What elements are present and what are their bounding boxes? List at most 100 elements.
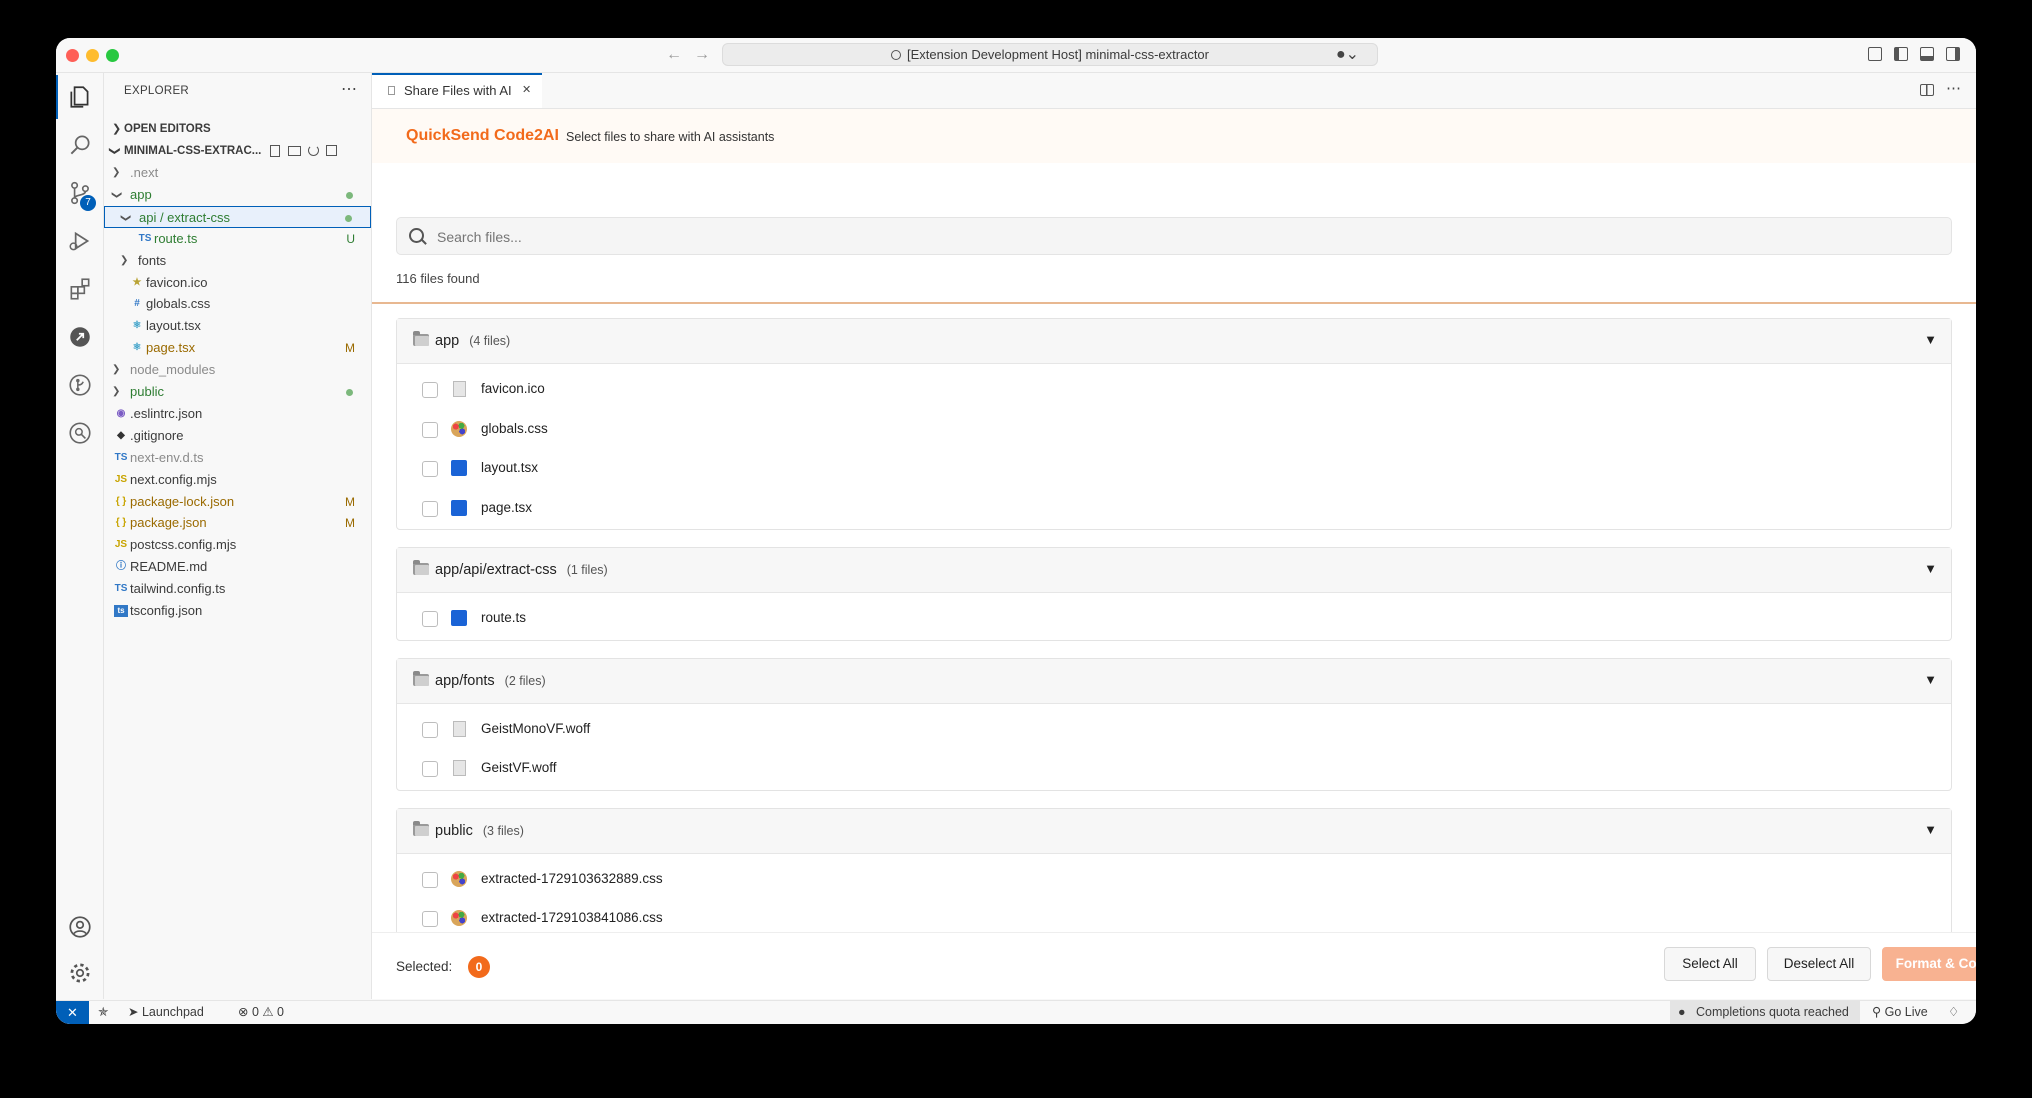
tree-item[interactable]: ⓘ README.md xyxy=(104,556,371,578)
run-debug-icon[interactable] xyxy=(56,217,103,265)
tree-item[interactable]: ⚛ layout.tsx xyxy=(104,315,371,337)
file-row[interactable]: GeistVF.woff xyxy=(397,749,1951,789)
close-tab-icon[interactable]: ✕ xyxy=(522,75,531,106)
file-row[interactable]: globals.css xyxy=(397,410,1951,450)
palette-icon xyxy=(451,910,467,926)
account-icon[interactable] xyxy=(56,903,103,951)
tab-label: Share Files with AI xyxy=(404,83,512,98)
collapse-toggle-icon[interactable]: ▼ xyxy=(1924,672,1937,687)
collapse-toggle-icon[interactable]: ▼ xyxy=(1924,561,1937,576)
file-checkbox[interactable] xyxy=(422,611,438,627)
maximize-window-button[interactable] xyxy=(106,49,119,62)
minimize-window-button[interactable] xyxy=(86,49,99,62)
command-center[interactable]: [Extension Development Host] minimal-css… xyxy=(722,43,1378,66)
tree-item[interactable]: ★ favicon.ico xyxy=(104,272,371,294)
new-file-icon[interactable] xyxy=(270,145,280,157)
search-input[interactable] xyxy=(435,218,1939,256)
group-header[interactable]: app (4 files) ▼ xyxy=(397,319,1951,364)
file-row[interactable]: favicon.ico xyxy=(397,370,1951,410)
file-checkbox[interactable] xyxy=(422,500,438,517)
toggle-primary-sidebar-icon[interactable] xyxy=(1894,47,1908,61)
tree-item[interactable]: JS next.config.mjs xyxy=(104,469,371,491)
git-status-letter: M xyxy=(345,341,355,356)
back-arrow-icon[interactable]: ← xyxy=(666,46,682,64)
group-header[interactable]: app/fonts (2 files) ▼ xyxy=(397,658,1951,704)
tree-item[interactable]: JS postcss.config.mjs xyxy=(104,534,371,556)
remote-indicator[interactable]: ✕ xyxy=(56,1001,89,1024)
tree-item-label: postcss.config.mjs xyxy=(130,537,237,553)
group-header[interactable]: app/api/extract-css (1 files) ▼ xyxy=(397,548,1951,593)
close-window-button[interactable] xyxy=(66,49,79,62)
remote-explorer-icon[interactable] xyxy=(56,313,103,361)
search-box[interactable] xyxy=(396,217,1952,256)
group-name: app/fonts xyxy=(435,672,495,689)
problems-item[interactable]: ⊗ 0 ⚠ 0 xyxy=(238,1001,284,1024)
copilot-icon[interactable]: ●⌄ xyxy=(1336,44,1359,64)
collapse-toggle-icon[interactable]: ▼ xyxy=(1924,332,1937,347)
tree-item-label: .eslintrc.json xyxy=(130,405,203,421)
refresh-icon[interactable] xyxy=(308,145,319,156)
toggle-secondary-sidebar-icon[interactable] xyxy=(1946,47,1960,61)
file-row[interactable]: extracted-1729103632889.css xyxy=(397,860,1951,900)
file-checkbox[interactable] xyxy=(422,721,438,738)
git-graph-icon[interactable] xyxy=(56,361,103,409)
tree-item[interactable]: ❯ api / extract-css xyxy=(104,205,371,228)
tree-item[interactable]: ts tsconfig.json xyxy=(104,600,371,622)
notifications-bell-icon[interactable]: ♢ xyxy=(1948,1001,1959,1024)
tree-item[interactable]: ◉ .eslintrc.json xyxy=(104,403,371,425)
tree-item[interactable]: { } package.json M xyxy=(104,512,371,534)
settings-gear-icon[interactable] xyxy=(56,949,103,997)
file-checkbox[interactable] xyxy=(422,871,438,888)
file-row[interactable]: GeistMonoVF.woff xyxy=(397,710,1951,750)
file-row[interactable]: route.ts xyxy=(397,599,1951,639)
project-section[interactable]: ❯ MINIMAL-CSS-EXTRAC... xyxy=(104,140,371,162)
extensions-icon[interactable] xyxy=(56,265,103,313)
editor-tabs: Share Files with AI ✕ ⋯ xyxy=(372,73,1976,109)
tab-share-files[interactable]: Share Files with AI ✕ xyxy=(372,73,542,108)
launchpad-item[interactable]: ➤ Launchpad xyxy=(128,1001,204,1024)
deselect-all-button[interactable]: Deselect All xyxy=(1767,947,1871,981)
git-lens-icon[interactable] xyxy=(56,409,103,457)
source-control-icon[interactable]: 7 xyxy=(56,169,103,217)
tree-item[interactable]: { } package-lock.json M xyxy=(104,491,371,513)
tree-item[interactable]: ❯ node_modules xyxy=(104,359,371,381)
tree-item[interactable]: TS route.ts U xyxy=(104,228,371,250)
more-actions-icon[interactable]: ⋯ xyxy=(341,79,357,99)
toggle-panel-icon[interactable] xyxy=(1920,47,1934,61)
tree-item[interactable]: ❯ .next xyxy=(104,162,371,184)
tree-item[interactable]: ❯ public xyxy=(104,381,371,403)
format-copy-button[interactable]: Format & Copy xyxy=(1882,947,1976,981)
file-checkbox[interactable] xyxy=(422,421,438,438)
file-checkbox[interactable] xyxy=(422,761,438,777)
tree-item[interactable]: ⚛ page.tsx M xyxy=(104,337,371,359)
file-row[interactable]: page.tsx xyxy=(397,489,1951,529)
group-header[interactable]: public (3 files) ▼ xyxy=(397,808,1951,854)
tree-item-label: route.ts xyxy=(154,230,198,246)
collapse-all-icon[interactable] xyxy=(326,145,337,156)
open-editors-section[interactable]: ❯ OPEN EDITORS xyxy=(104,118,371,140)
tree-item[interactable]: ❯ app xyxy=(104,184,371,206)
file-checkbox[interactable] xyxy=(422,911,438,927)
split-editor-icon[interactable] xyxy=(1920,84,1934,96)
search-icon[interactable] xyxy=(56,121,103,169)
select-all-button[interactable]: Select All xyxy=(1664,947,1756,981)
editor-more-icon[interactable]: ⋯ xyxy=(1946,79,1961,97)
tree-item[interactable]: TS next-env.d.ts xyxy=(104,447,371,469)
file-row[interactable]: layout.tsx xyxy=(397,449,1951,489)
file-checkbox[interactable] xyxy=(422,461,438,477)
chevron-right-icon: ❯ xyxy=(112,123,122,135)
customize-layout-icon[interactable] xyxy=(1868,47,1882,61)
collapse-toggle-icon[interactable]: ▼ xyxy=(1924,822,1937,837)
explorer-title: EXPLORER xyxy=(124,85,190,97)
tree-item[interactable]: ◆ .gitignore xyxy=(104,425,371,447)
tree-item[interactable]: ❯ fonts xyxy=(104,250,371,272)
explorer-icon[interactable] xyxy=(56,73,103,121)
tree-item[interactable]: TS tailwind.config.ts xyxy=(104,578,371,600)
new-folder-icon[interactable] xyxy=(288,146,301,156)
go-live-item[interactable]: ⚲ Go Live xyxy=(1872,1001,1928,1024)
action-footer: Selected: 0 Select All Deselect All Form… xyxy=(372,932,1976,999)
file-checkbox[interactable] xyxy=(422,382,438,398)
tree-item[interactable]: # globals.css xyxy=(104,293,371,315)
forward-arrow-icon[interactable]: → xyxy=(694,46,710,64)
completions-quota-item[interactable]: ● Completions quota reached xyxy=(1670,1001,1860,1024)
